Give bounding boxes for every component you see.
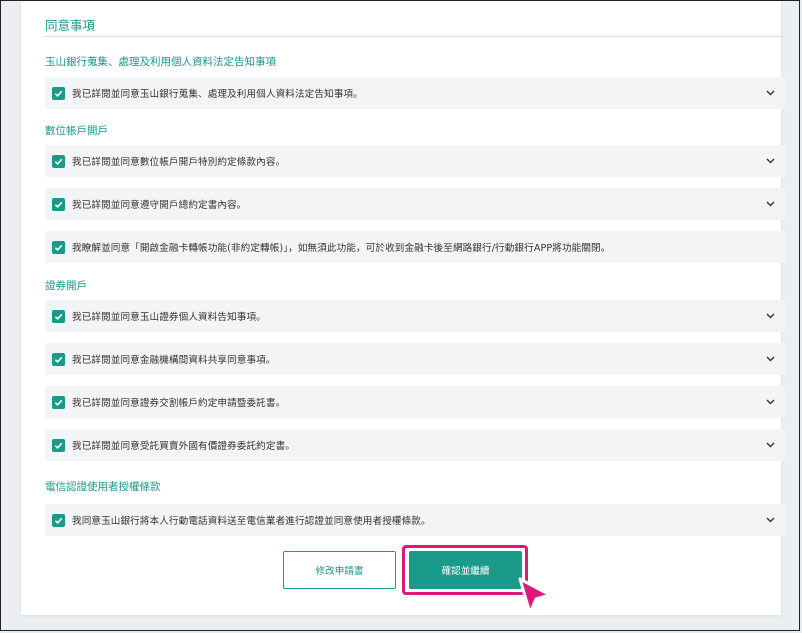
check-icon	[54, 244, 63, 251]
consent-row-privacy[interactable]: 我已詳閱並同意玉山銀行蒐集、處理及利用個人資料法定告知事項。	[45, 77, 785, 109]
divider	[45, 36, 783, 37]
checkbox[interactable]	[52, 240, 65, 254]
checkbox[interactable]	[52, 395, 65, 409]
chevron-down-icon[interactable]	[765, 515, 775, 525]
consent-row-account-agreement[interactable]: 我已詳閱並同意遵守開戶總約定書內容。	[45, 188, 785, 220]
consent-text: 我已詳閱並同意玉山證券個人資料告知事項。	[72, 312, 266, 323]
consent-row-data-sharing[interactable]: 我已詳閱並同意金融機構間資料共享同意事項。	[45, 343, 785, 375]
chevron-down-icon[interactable]	[765, 199, 775, 209]
consent-text: 我已詳閱並同意玉山銀行蒐集、處理及利用個人資料法定告知事項。	[72, 89, 363, 100]
checkbox[interactable]	[52, 197, 65, 211]
consent-row-digital-terms[interactable]: 我已詳閱並同意數位帳戶開戶特別約定條款內容。	[45, 145, 785, 177]
consent-text: 我同意玉山銀行將本人行動電話資料送至電信業者進行認證並同意使用者授權條款。	[72, 516, 431, 527]
chevron-down-icon[interactable]	[765, 311, 775, 321]
chevron-down-icon[interactable]	[765, 156, 775, 166]
consent-row-card-transfer[interactable]: 我瞭解並同意「開啟金融卡轉帳功能(非約定轉帳)」，如無須此功能，可於收到金融卡後…	[45, 231, 785, 263]
consent-text: 我已詳閱並同意金融機構間資料共享同意事項。	[72, 355, 276, 366]
chevron-down-icon[interactable]	[765, 88, 775, 98]
check-icon	[54, 517, 63, 524]
consent-row-settlement-account[interactable]: 我已詳閱並同意證券交割帳戶約定申請暨委託書。	[45, 386, 785, 418]
chevron-down-icon[interactable]	[765, 354, 775, 364]
consent-text: 我已詳閱並同意證券交割帳戶約定申請暨委託書。	[72, 398, 286, 409]
consent-row-securities-privacy[interactable]: 我已詳閱並同意玉山證券個人資料告知事項。	[45, 300, 785, 332]
group-title-privacy: 玉山銀行蒐集、處理及利用個人資料法定告知事項	[45, 56, 276, 68]
check-icon	[54, 158, 63, 165]
window-frame: 同意事項 玉山銀行蒐集、處理及利用個人資料法定告知事項 我已詳閱並同意玉山銀行蒐…	[0, 0, 800, 631]
checkbox[interactable]	[52, 86, 65, 100]
edit-application-button[interactable]: 修改申請書	[283, 551, 396, 589]
check-icon	[54, 313, 63, 320]
checkbox[interactable]	[52, 438, 65, 452]
chevron-down-icon[interactable]	[765, 397, 775, 407]
check-icon	[54, 201, 63, 208]
group-title-telecom: 電信認證使用者授權條款	[45, 481, 161, 493]
chevron-down-icon[interactable]	[765, 440, 775, 450]
check-icon	[54, 90, 63, 97]
group-title-digital-account: 數位帳戶開戶	[45, 125, 108, 137]
consent-text: 我已詳閱並同意遵守開戶總約定書內容。	[72, 200, 247, 211]
consent-row-telecom-auth[interactable]: 我同意玉山銀行將本人行動電話資料送至電信業者進行認證並同意使用者授權條款。	[45, 504, 785, 536]
checkbox[interactable]	[52, 154, 65, 168]
group-title-securities: 證券開戶	[45, 280, 87, 292]
cursor-arrow-icon	[518, 577, 552, 615]
checkbox[interactable]	[52, 513, 65, 527]
consent-row-foreign-securities[interactable]: 我已詳閱並同意受託買賣外國有價證券委託約定書。	[45, 429, 785, 461]
check-icon	[54, 442, 63, 449]
check-icon	[54, 399, 63, 406]
check-icon	[54, 356, 63, 363]
checkbox[interactable]	[52, 309, 65, 323]
consent-text: 我已詳閱並同意數位帳戶開戶特別約定條款內容。	[72, 157, 286, 168]
section-title: 同意事項	[45, 18, 96, 33]
consent-text: 我瞭解並同意「開啟金融卡轉帳功能(非約定轉帳)」，如無須此功能，可於收到金融卡後…	[72, 243, 611, 254]
checkbox[interactable]	[52, 352, 65, 366]
consent-text: 我已詳閱並同意受託買賣外國有價證券委託約定書。	[72, 441, 295, 452]
consent-card: 同意事項 玉山銀行蒐集、處理及利用個人資料法定告知事項 我已詳閱並同意玉山銀行蒐…	[21, 1, 785, 615]
